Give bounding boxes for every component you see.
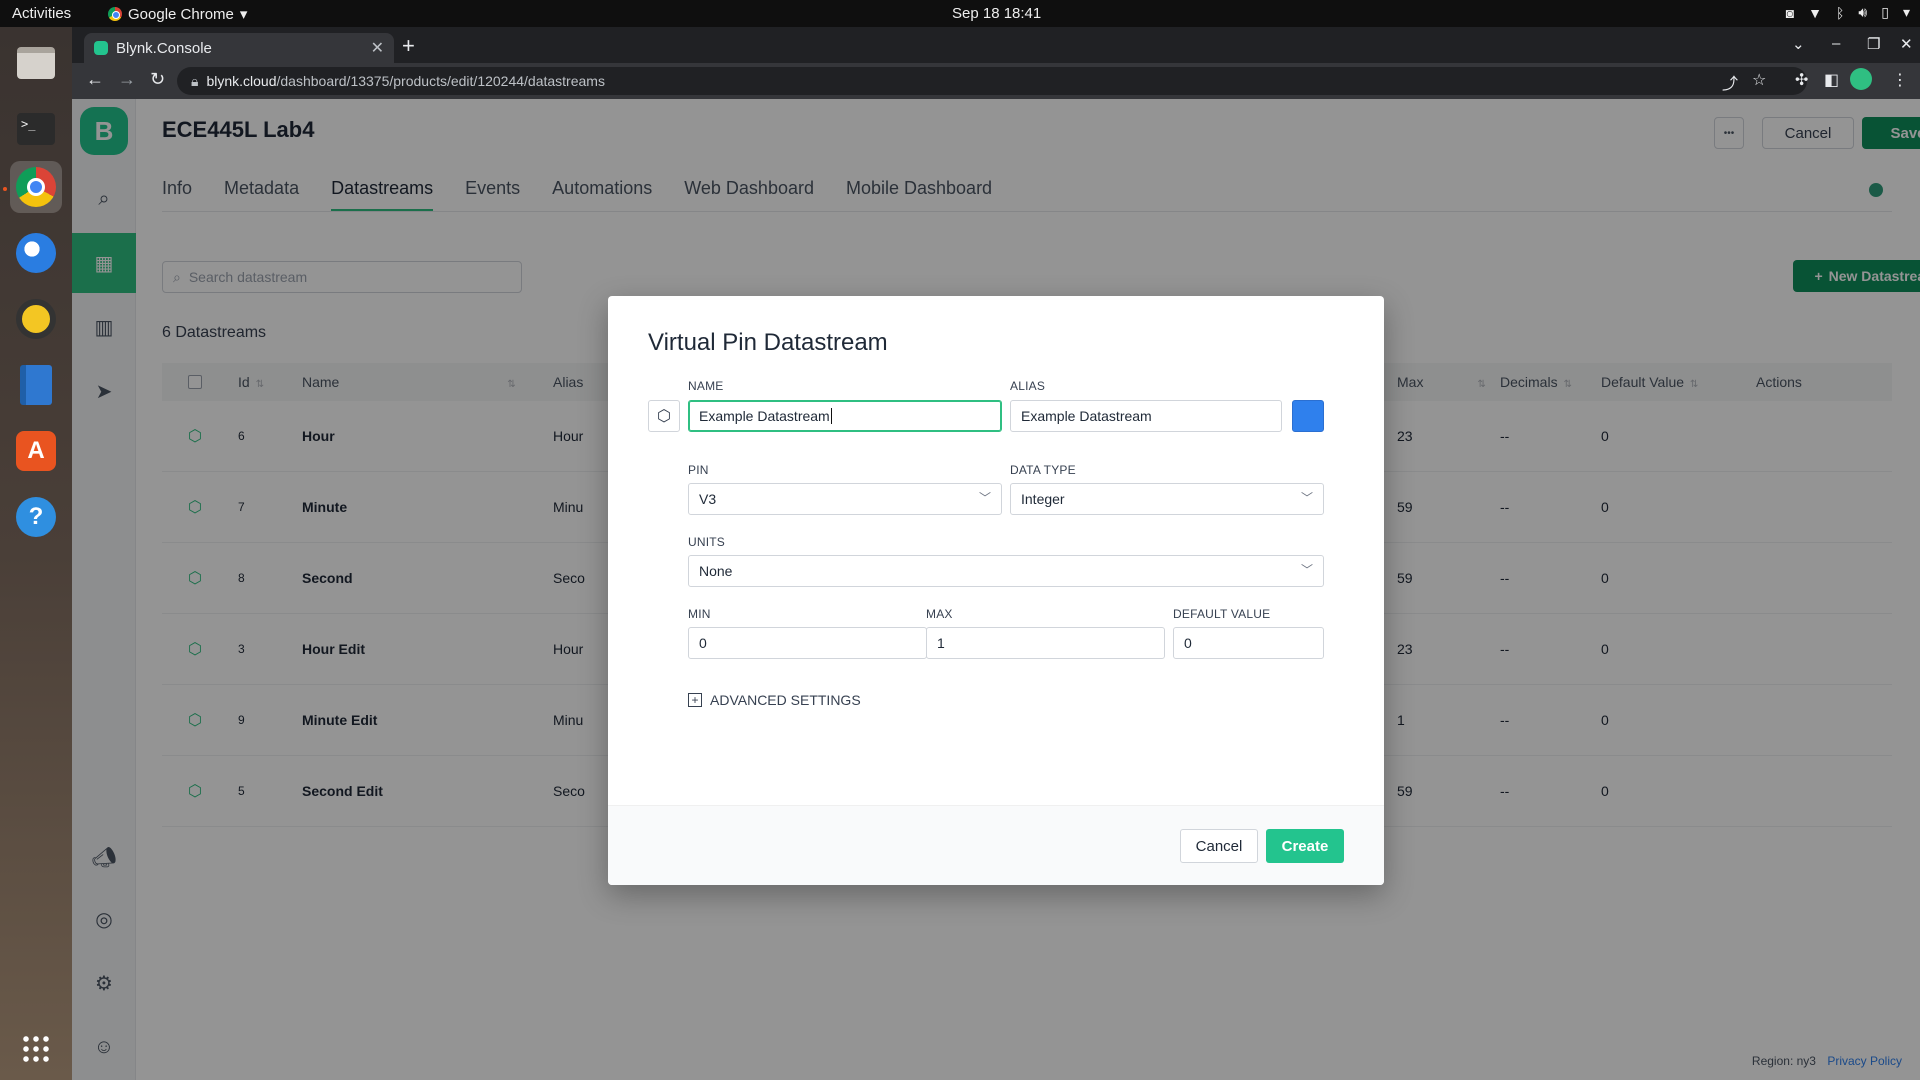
menu-kebab-icon[interactable]: ⋮ [1892,70,1908,90]
color-picker[interactable] [1292,400,1324,432]
chevron-down-icon: ﹀ [1300,491,1313,505]
software-center-icon[interactable]: A [10,425,62,477]
alias-label: ALIAS [1010,379,1046,393]
default-value: 0 [1184,635,1192,651]
modal-footer: Cancel Create [608,805,1384,885]
max-value: 1 [937,635,945,651]
browser-toolbar: ← → ↻ 🔒︎ blynk.cloud/dashboard/13375/pro… [72,63,1920,99]
close-window-icon[interactable]: ✕ [1900,35,1913,53]
chevron-down-icon: ▾ [1902,4,1910,20]
system-top-bar: Activities Google Chrome ▾ Sep 18 18:41 … [0,0,1920,27]
chevron-down-icon: ▾ [239,6,248,23]
name-value: Example Datastream [699,408,830,424]
datastream-icon-picker[interactable]: ⬡ [648,400,680,432]
minimize-icon[interactable]: – [1832,35,1840,52]
chevron-down-icon: ﹀ [1300,563,1313,577]
text-cursor [830,408,832,424]
forward-icon[interactable]: → [118,69,136,90]
address-bar[interactable]: 🔒︎ blynk.cloud/dashboard/13375/products/… [177,67,1807,95]
dock: >_ A ? [0,27,72,1080]
data-type-label: DATA TYPE [1010,463,1076,477]
show-apps-icon[interactable] [10,1023,62,1075]
max-input[interactable]: 1 [926,627,1165,659]
chrome-icon[interactable] [10,161,62,213]
lock-icon: 🔒︎ [191,72,199,89]
system-tray[interactable]: ◙ ▼ ᛒ 🔊︎ ▯ ▾ [1786,4,1910,21]
cube-icon: ⬡ [657,408,671,425]
chevron-down-icon: ﹀ [978,491,991,505]
create-button[interactable]: Create [1266,829,1344,863]
activities-button[interactable]: Activities [12,5,71,22]
rhythmbox-icon[interactable] [10,293,62,345]
discord-icon: ◙ [1785,4,1795,21]
name-label: NAME [688,379,724,393]
min-label: MIN [688,607,711,621]
default-value-input[interactable]: 0 [1173,627,1324,659]
advanced-settings-toggle[interactable]: + ADVANCED SETTINGS [688,692,861,708]
back-icon[interactable]: ← [86,69,104,90]
pin-value: V3 [699,491,717,507]
data-type-value: Integer [1021,491,1065,507]
data-type-select[interactable]: Integer ﹀ [1010,483,1324,515]
web-page: B ⌕ ▦ ▥ ➤ 📣︎ ◎ ⚙ ☺ ECE445L Lab4 ••• Canc… [72,99,1920,1080]
volume-icon: 🔊︎ [1858,4,1868,20]
advanced-settings-label: ADVANCED SETTINGS [710,692,861,708]
bluetooth-icon: ᛒ [1836,4,1845,21]
default-value-label: DEFAULT VALUE [1173,607,1271,621]
cancel-button[interactable]: Cancel [1180,829,1258,863]
browser-tabstrip: Blynk.Console ✕ + ⌄ – ❐ ✕ [72,27,1920,63]
chrome-icon [108,7,122,21]
reload-icon[interactable]: ↻ [150,69,165,90]
units-value: None [699,563,733,579]
new-tab-button[interactable]: + [402,35,415,57]
running-indicator [3,187,7,191]
modal-title: Virtual Pin Datastream [648,329,888,356]
terminal-icon[interactable]: >_ [10,103,62,155]
tab-search-icon[interactable]: ⌄ [1792,35,1805,53]
pin-label: PIN [688,463,709,477]
thunderbird-icon[interactable] [10,227,62,279]
app-menu[interactable]: Google Chrome ▾ [108,5,247,23]
alias-input[interactable]: Example Datastream [1010,400,1282,432]
name-input[interactable]: Example Datastream [688,400,1002,432]
expand-plus-icon: + [688,693,702,707]
min-input[interactable]: 0 [688,627,927,659]
profile-avatar[interactable] [1850,68,1872,90]
extensions-icon[interactable]: ✣ [1795,70,1808,90]
blynk-favicon-icon [94,41,108,55]
bookmark-star-icon[interactable]: ☆ [1752,70,1766,90]
virtual-pin-datastream-modal: Virtual Pin Datastream NAME ⬡ Example Da… [608,296,1384,885]
clock[interactable]: Sep 18 18:41 [952,5,1041,22]
files-icon[interactable] [10,37,62,89]
pin-select[interactable]: V3 ﹀ [688,483,1002,515]
max-label: MAX [926,607,953,621]
units-label: UNITS [688,535,725,549]
alias-value: Example Datastream [1021,408,1152,424]
url-host: blynk.cloud [206,73,277,89]
help-icon[interactable]: ? [10,491,62,543]
close-icon[interactable]: ✕ [371,38,384,58]
side-panel-icon[interactable]: ◧ [1824,70,1839,90]
share-icon[interactable]: ⤴ [1722,70,1738,94]
min-value: 0 [699,635,707,651]
writer-icon[interactable] [10,359,62,411]
battery-icon: ▯ [1881,4,1889,20]
tab-title: Blynk.Console [116,39,212,57]
app-name: Google Chrome [128,5,234,23]
wifi-icon: ▼ [1808,4,1823,21]
maximize-icon[interactable]: ❐ [1867,35,1880,53]
browser-tab[interactable]: Blynk.Console ✕ [84,33,394,63]
url-path: /dashboard/13375/products/edit/120244/da… [276,73,605,89]
units-select[interactable]: None ﹀ [688,555,1324,587]
